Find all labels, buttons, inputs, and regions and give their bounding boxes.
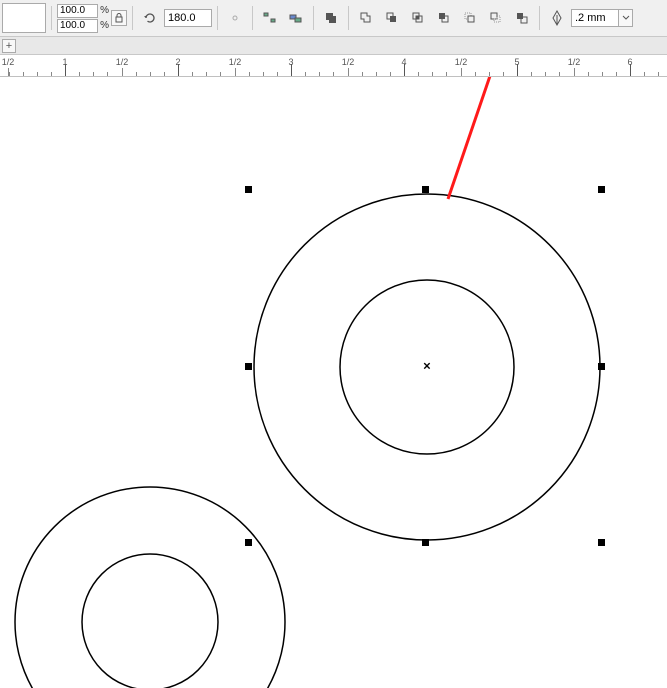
trim-button[interactable] bbox=[380, 6, 404, 30]
boundary-icon bbox=[514, 10, 530, 26]
selection-handle[interactable] bbox=[598, 186, 605, 193]
toolbar-separator bbox=[539, 6, 540, 30]
outline-width-input[interactable]: .2 mm bbox=[571, 9, 619, 27]
percent-label: % bbox=[100, 20, 109, 31]
align-distribute-icon bbox=[262, 10, 278, 26]
tab-bar: + bbox=[0, 37, 667, 55]
back-minus-front-button[interactable] bbox=[484, 6, 508, 30]
outline-width-control: .2 mm bbox=[571, 9, 633, 27]
front-minus-back-icon bbox=[462, 10, 478, 26]
selection-handle[interactable] bbox=[422, 186, 429, 193]
chevron-down-icon bbox=[622, 15, 630, 21]
rotate-ccw-icon bbox=[142, 10, 158, 26]
order-icon bbox=[288, 10, 304, 26]
combine-icon bbox=[323, 10, 339, 26]
toolbar-separator bbox=[217, 6, 218, 30]
outline-width-dropdown[interactable] bbox=[619, 9, 633, 27]
intersect-button[interactable] bbox=[406, 6, 430, 30]
back-minus-front-icon bbox=[488, 10, 504, 26]
simplify-icon bbox=[436, 10, 452, 26]
percent-label: % bbox=[100, 5, 109, 16]
mirror-h-icon bbox=[227, 10, 243, 26]
trim-icon bbox=[384, 10, 400, 26]
selection-handle[interactable] bbox=[598, 363, 605, 370]
group-button[interactable] bbox=[319, 6, 343, 30]
toolbar-separator bbox=[313, 6, 314, 30]
outline-pen-button[interactable] bbox=[545, 6, 569, 30]
property-toolbar: 100.0 % 100.0 % 180.0 bbox=[0, 0, 667, 37]
toolbar-separator bbox=[132, 6, 133, 30]
scale-x-input[interactable]: 100.0 bbox=[57, 4, 98, 18]
rotate-ccw-button[interactable] bbox=[138, 6, 162, 30]
selection-handle[interactable] bbox=[245, 363, 252, 370]
boundary-button[interactable] bbox=[510, 6, 534, 30]
pen-nib-icon bbox=[550, 10, 564, 26]
intersect-icon bbox=[410, 10, 426, 26]
horizontal-ruler[interactable]: 1234561/21/21/21/21/21/2 bbox=[0, 55, 667, 77]
add-tab-button[interactable]: + bbox=[2, 39, 16, 53]
selection-handle[interactable] bbox=[422, 539, 429, 546]
scale-y-input[interactable]: 100.0 bbox=[57, 19, 98, 33]
order-button[interactable] bbox=[284, 6, 308, 30]
drawing-canvas[interactable]: ✕ bbox=[0, 77, 667, 688]
align-and-distribute-button[interactable] bbox=[258, 6, 282, 30]
toolbar-separator bbox=[51, 6, 52, 30]
lock-icon bbox=[114, 13, 124, 23]
selection-handle[interactable] bbox=[598, 539, 605, 546]
position-field[interactable] bbox=[2, 3, 46, 33]
canvas-shapes bbox=[0, 77, 667, 688]
front-minus-back-button[interactable] bbox=[458, 6, 482, 30]
selection-handle[interactable] bbox=[245, 539, 252, 546]
lock-ratio-button[interactable] bbox=[111, 10, 127, 26]
selection-center[interactable]: ✕ bbox=[423, 362, 431, 373]
toolbar-separator bbox=[348, 6, 349, 30]
rotation-input[interactable]: 180.0 bbox=[164, 9, 212, 27]
scale-stack: 100.0 % 100.0 % bbox=[57, 3, 109, 33]
selection-handle[interactable] bbox=[245, 186, 252, 193]
weld-icon bbox=[358, 10, 374, 26]
mirror-horizontal-button[interactable] bbox=[223, 6, 247, 30]
simplify-button[interactable] bbox=[432, 6, 456, 30]
toolbar-separator bbox=[252, 6, 253, 30]
weld-button[interactable] bbox=[354, 6, 378, 30]
